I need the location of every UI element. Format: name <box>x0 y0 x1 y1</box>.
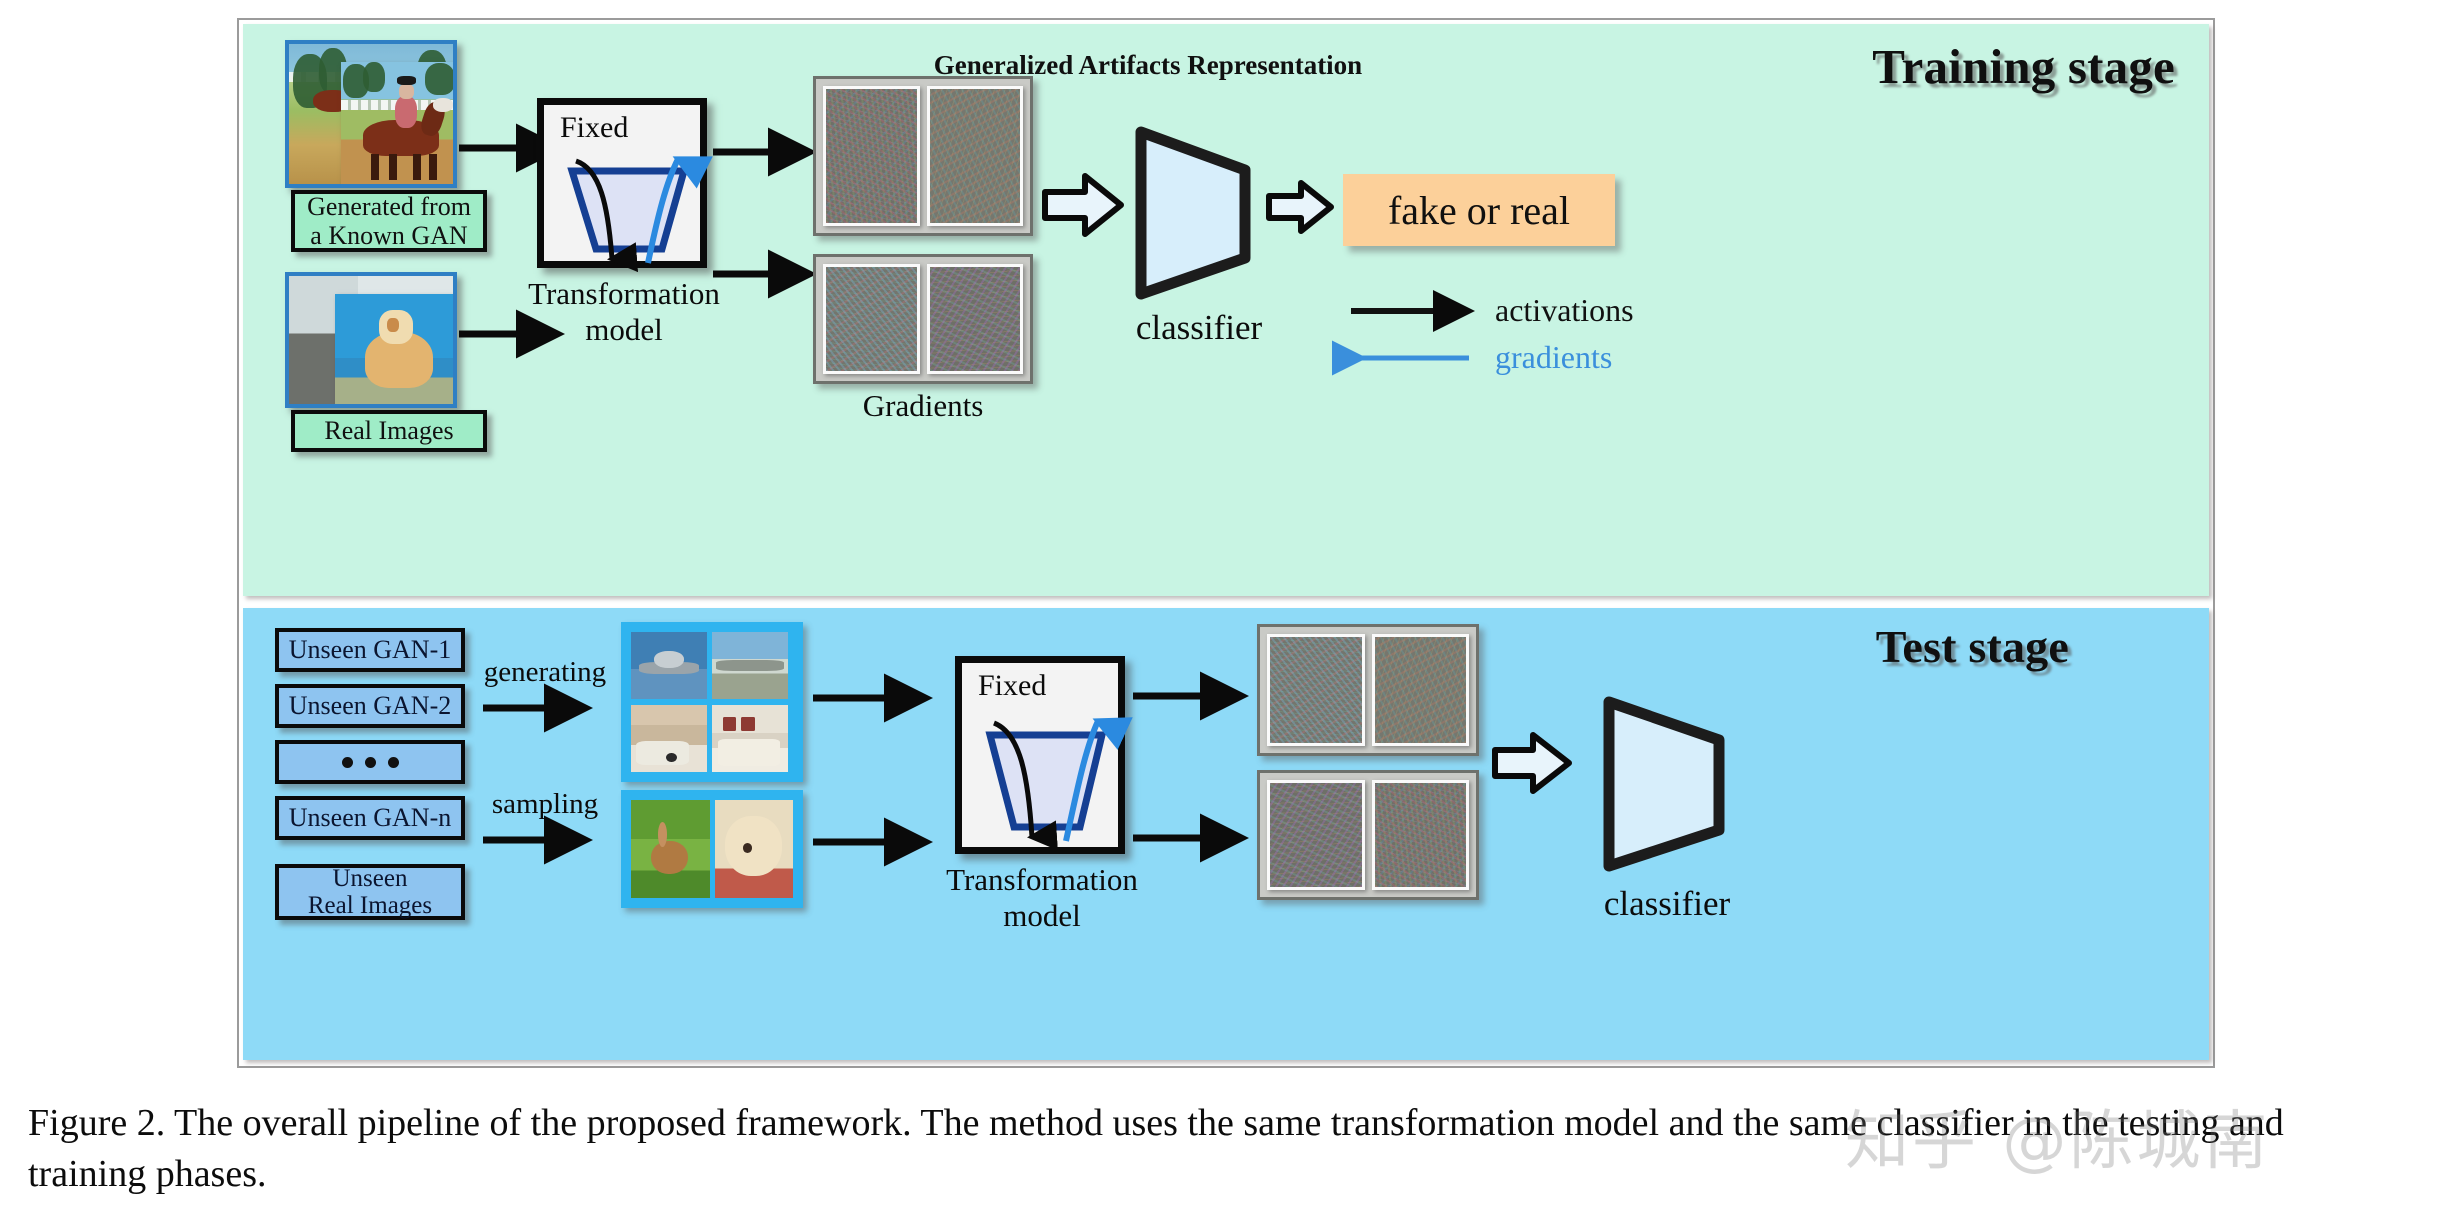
transformation-model-caption-training: Transformation model <box>511 276 737 347</box>
tm-caption-test-line1: Transformation <box>946 862 1138 897</box>
photo-cell-room <box>631 704 707 772</box>
unseen-real-line2: Real Images <box>307 892 433 919</box>
gan-item-n-label: Unseen GAN-n <box>288 802 452 832</box>
generated-label-line2: a Known GAN <box>310 221 468 250</box>
tm-caption-test-line2: model <box>1003 897 1081 933</box>
output-label-box: fake or real <box>1343 174 1615 246</box>
test-artifact-tiles-bottom <box>1257 770 1479 900</box>
arrow-sampling <box>483 815 593 865</box>
training-stage-panel: Training stage Generalized Artifacts Rep… <box>243 24 2209 596</box>
gan-item-1-label: Unseen GAN-1 <box>288 634 452 664</box>
generated-label-line1: Generated from <box>307 191 471 221</box>
gan-item-2[interactable]: Unseen GAN-2 <box>275 684 465 728</box>
training-stage-title: Training stage <box>1872 39 2175 94</box>
funnel-icon <box>567 156 713 273</box>
test-artifact-tiles-top <box>1257 624 1479 756</box>
gradient-tile <box>926 264 1023 374</box>
generated-photo-group[interactable] <box>621 622 803 782</box>
transformation-model-box-training[interactable]: Fixed <box>537 98 713 273</box>
arrow-transform-to-gradients <box>713 249 817 299</box>
arrow-transform-to-artifacts <box>713 127 817 177</box>
gradient-tiles <box>813 254 1033 384</box>
classifier-label-training: classifier <box>1135 308 1263 347</box>
transformation-model-box-test[interactable]: Fixed <box>955 656 1133 854</box>
gan-item-ellipsis <box>275 740 465 784</box>
photo-cell-bedroom <box>712 704 788 772</box>
block-arrow-to-output <box>1266 180 1334 234</box>
classifier-shape-training[interactable] <box>1127 122 1265 302</box>
photo-cell-airplane <box>631 632 707 699</box>
ellipsis-icon <box>341 756 399 768</box>
legend-row-gradients: gradients <box>1332 339 1634 376</box>
gradients-caption: Gradients <box>862 388 984 423</box>
arrow-generated-to-transform-test <box>813 673 933 723</box>
block-arrow-to-classifier-test <box>1492 732 1572 794</box>
figure-root: Training stage Generalized Artifacts Rep… <box>0 0 2448 1230</box>
test-stage-panel: Test stage Unseen GAN-1 Unseen GAN-2 Uns… <box>243 608 2209 1060</box>
legend-label-activations: activations <box>1495 292 1634 328</box>
gan-item-2-label: Unseen GAN-2 <box>288 690 452 720</box>
arrow-transform-to-tiles-test-bottom <box>1133 813 1249 863</box>
arrow-right-icon <box>1351 289 1475 332</box>
legend: activations gradients <box>1332 289 1634 386</box>
photo-cell-rabbit <box>631 800 710 898</box>
unseen-real-line1: Unseen <box>332 864 408 892</box>
photo-scene-horse-rider <box>341 62 453 184</box>
photo-cell-airfield <box>712 632 788 699</box>
classifier-label-test: classifier <box>1603 884 1731 923</box>
legend-row-activations: activations <box>1351 289 1634 332</box>
artifact-tile <box>823 86 920 226</box>
tm-caption-line1: Transformation <box>528 276 720 311</box>
real-label-line1: Real Images <box>324 416 454 446</box>
gan-item-1[interactable]: Unseen GAN-1 <box>275 628 465 672</box>
arrow-generating <box>483 683 593 733</box>
operation-label-generating: generating <box>483 656 607 688</box>
gan-item-n[interactable]: Unseen GAN-n <box>275 796 465 840</box>
classifier-shape-test[interactable] <box>1595 690 1739 876</box>
artifact-tile <box>926 86 1023 226</box>
fixed-label-training: Fixed <box>560 111 629 144</box>
gradient-tile <box>823 264 920 374</box>
legend-label-gradients: gradients <box>1495 339 1613 375</box>
real-image-label: Real Images <box>291 410 487 452</box>
test-artifact-tile <box>1267 780 1365 890</box>
test-artifact-tile <box>1371 780 1469 890</box>
fixed-label-test: Fixed <box>978 669 1047 702</box>
pipeline-diagram: Training stage Generalized Artifacts Rep… <box>237 18 2215 1068</box>
real-photo-group[interactable] <box>621 790 803 908</box>
photo-cell-dog <box>714 800 793 898</box>
real-image-thumbnail[interactable] <box>285 272 457 408</box>
funnel-icon <box>985 717 1133 851</box>
photo-scene-pony <box>335 294 453 404</box>
tm-caption-line2: model <box>585 311 663 347</box>
transformation-model-caption-test: Transformation model <box>929 862 1155 933</box>
unseen-real-images-item[interactable]: Unseen Real Images <box>275 864 465 920</box>
generated-image-label: Generated from a Known GAN <box>291 190 487 252</box>
arrow-real-to-transform-test <box>813 817 933 867</box>
generated-image-thumbnail[interactable] <box>285 40 457 188</box>
operation-label-sampling: sampling <box>491 788 599 820</box>
figure-caption: Figure 2. The overall pipeline of the pr… <box>28 1102 2284 1195</box>
artifacts-representation-tiles <box>813 76 1033 236</box>
test-stage-title: Test stage <box>1875 621 2069 672</box>
test-artifact-tile <box>1371 634 1469 746</box>
block-arrow-to-classifier-training <box>1042 173 1124 237</box>
arrow-transform-to-tiles-test-top <box>1133 671 1249 721</box>
arrow-left-icon <box>1332 340 1469 375</box>
test-artifact-tile <box>1267 634 1365 746</box>
